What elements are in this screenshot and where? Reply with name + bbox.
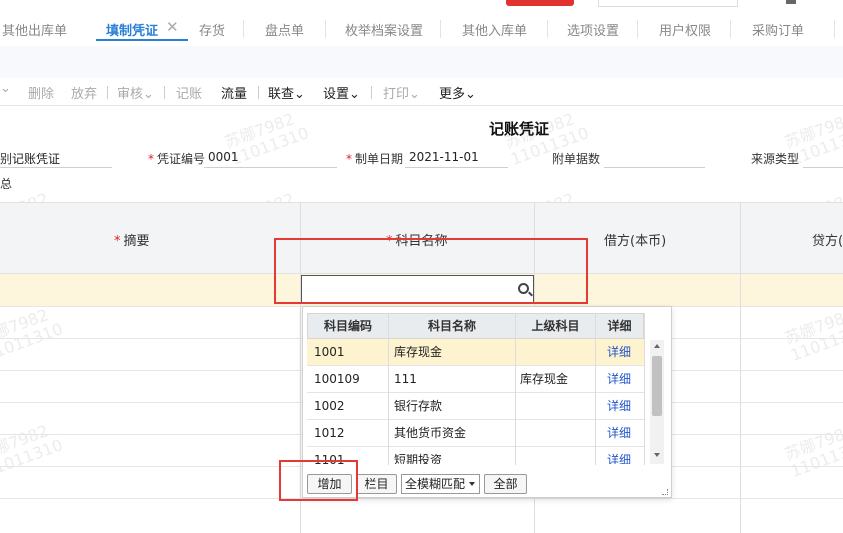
subject-name: 短期投资	[394, 453, 443, 464]
voucher-date-label: * 制单日期	[346, 152, 404, 166]
tab-bar: 其他出库单 填制凭证 ✕ 存货 盘点单 枚举档案设置 其他入库单 选项设置 用户…	[0, 0, 843, 46]
top-search-box[interactable]	[598, 0, 738, 7]
attachment-count-label: 附单据数	[552, 152, 601, 166]
dd-column-divider	[644, 313, 645, 465]
print-dropdown[interactable]: 打印⌄	[383, 83, 420, 102]
detail-link[interactable]: 详细	[607, 420, 631, 447]
list-item[interactable]	[307, 339, 644, 366]
list-item[interactable]	[307, 393, 644, 420]
top-menu-icon[interactable]	[786, 0, 796, 4]
scroll-up-icon[interactable]	[654, 344, 660, 348]
tab-divider	[325, 20, 326, 38]
scroll-thumb[interactable]	[652, 356, 662, 416]
watermark: 苏娜798211011310	[0, 421, 66, 481]
toolbar-divider	[258, 86, 259, 99]
subject-name: 银行存款	[394, 399, 443, 413]
more-dropdown[interactable]: 更多⌄	[439, 83, 476, 102]
discard-button[interactable]: 放弃	[71, 83, 97, 102]
voucher-date-field[interactable]: 2021-11-01	[409, 150, 479, 164]
close-icon[interactable]: ✕	[166, 18, 179, 36]
subject-code: 1012	[314, 426, 345, 440]
cash-flow-button[interactable]: 流量	[221, 83, 247, 102]
detail-link[interactable]: 详细	[607, 393, 631, 420]
toolbar-divider	[164, 86, 165, 99]
detail-link[interactable]: 详细	[607, 339, 631, 366]
dd-header-detail: 详细	[595, 313, 644, 339]
tab-divider	[637, 20, 638, 38]
tab-user-permissions[interactable]: 用户权限	[659, 20, 711, 39]
voucher-type-value[interactable]: 记账凭证	[12, 150, 60, 167]
subject-code: 100109	[314, 372, 360, 386]
subject-code: 1002	[314, 399, 345, 413]
scroll-down-icon[interactable]	[654, 453, 660, 457]
show-all-button[interactable]: 全部	[484, 474, 527, 494]
attachment-count-field[interactable]	[604, 167, 705, 168]
highlight-box-subject	[274, 238, 588, 304]
total-label: 总	[0, 177, 13, 191]
watermark: 苏娜798211011310	[0, 305, 66, 365]
voucher-type-label: 别	[0, 152, 13, 166]
tab-options[interactable]: 选项设置	[567, 20, 619, 39]
voucher-title: 记账凭证	[489, 120, 550, 138]
tab-divider	[730, 20, 731, 38]
settings-dropdown[interactable]: 设置⌄	[323, 83, 360, 102]
table-row-divider	[0, 498, 843, 499]
dd-header-code: 科目编码	[307, 313, 389, 339]
delete-button[interactable]: 删除	[28, 83, 54, 102]
subject-name: 库存现金	[394, 345, 443, 359]
source-type-label: 来源类型	[751, 152, 800, 166]
list-item[interactable]	[307, 420, 644, 447]
column-divider	[740, 202, 741, 533]
highlight-box-add	[279, 460, 358, 501]
voucher-date-underline	[405, 167, 508, 168]
resize-grip-icon[interactable]	[662, 489, 668, 495]
column-header-credit: 贷方(	[812, 234, 843, 249]
tab-enum-archive[interactable]: 枚举档案设置	[345, 20, 423, 39]
subject-parent: 库存现金	[520, 372, 569, 386]
tab-divider	[834, 20, 835, 38]
source-type-field[interactable]	[803, 167, 843, 168]
voucher-toolbar: ⌄ 删除 放弃 审核⌄ 记账 流量 联查⌄ 设置⌄ 打印⌄ 更多⌄	[0, 78, 843, 106]
dd-column-divider	[388, 313, 389, 465]
watermark: 苏娜798211011310	[781, 421, 843, 481]
tab-divider	[440, 20, 441, 38]
voucher-number-field[interactable]: 0001	[208, 150, 239, 164]
link-query-dropdown[interactable]: 联查⌄	[268, 83, 305, 102]
tab-fill-voucher[interactable]: 填制凭证	[106, 20, 158, 39]
detail-link[interactable]: 详细	[607, 447, 631, 464]
dd-column-divider	[515, 313, 516, 465]
tab-other-outbound[interactable]: 其他出库单	[2, 20, 67, 39]
dd-column-divider	[595, 313, 596, 465]
tab-inventory[interactable]: 存货	[199, 20, 225, 39]
post-button[interactable]: 记账	[176, 83, 202, 102]
tab-other-inbound[interactable]: 其他入库单	[462, 20, 527, 39]
subject-name: 其他货币资金	[394, 426, 467, 440]
tab-purchase-order[interactable]: 采购订单	[752, 20, 804, 39]
column-header-debit: 借方(本币)	[604, 234, 667, 249]
toolbar-divider	[371, 86, 372, 99]
top-red-button[interactable]	[506, 0, 574, 6]
dd-header-name: 科目名称	[388, 313, 516, 339]
column-header-summary: * 摘要	[114, 234, 150, 249]
active-tab-indicator	[96, 39, 188, 41]
dd-header-parent: 上级科目	[515, 313, 596, 339]
voucher-number-underline	[204, 167, 337, 168]
subject-code: 1001	[314, 345, 345, 359]
columns-button[interactable]: 栏目	[356, 474, 397, 494]
subject-name: 111	[394, 372, 417, 386]
chevron-down-icon[interactable]	[469, 482, 475, 486]
detail-link[interactable]: 详细	[607, 366, 631, 393]
audit-dropdown[interactable]: 审核⌄	[117, 83, 154, 102]
voucher-number-label: * 凭证编号	[148, 152, 206, 166]
toolbar-divider	[107, 86, 108, 99]
watermark: 苏娜798211011310	[781, 305, 843, 365]
voucher-type-underline	[0, 167, 112, 168]
tab-divider	[243, 20, 244, 38]
tab-stocktake[interactable]: 盘点单	[265, 20, 304, 39]
chevron-down-icon[interactable]: ⌄	[0, 81, 11, 96]
tab-divider	[547, 20, 548, 38]
content-gap	[0, 46, 843, 78]
